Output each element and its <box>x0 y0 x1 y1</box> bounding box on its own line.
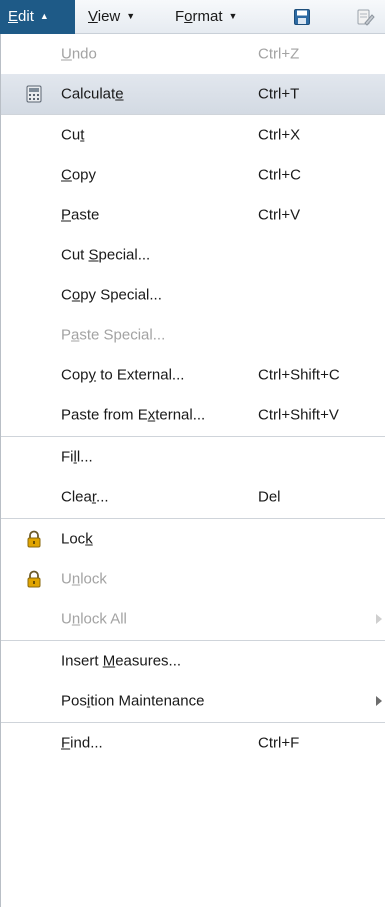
menu-item-paste-from-external[interactable]: Paste from External... Ctrl+Shift+V <box>1 395 385 435</box>
menu-item-label: Find... <box>61 734 103 752</box>
menu-item-label: Position Maintenance <box>61 692 205 710</box>
menu-item-cut[interactable]: Cut Ctrl+X <box>1 115 385 155</box>
caret-down-icon: ▼ <box>228 11 238 22</box>
menu-item-label: Paste <box>61 206 100 224</box>
shortcut-text: Ctrl+F <box>258 734 300 752</box>
menu-edit-mnemonic: E <box>8 8 19 25</box>
calculator-icon <box>26 85 42 103</box>
menu-view-mnemonic: V <box>88 8 98 25</box>
menu-view-label: iew <box>97 8 121 25</box>
menu-item-label: Paste from External... <box>61 406 206 424</box>
menu-item-fill[interactable]: Fill... <box>1 437 385 477</box>
menu-item-clear[interactable]: Clear... Del <box>1 477 385 517</box>
menu-item-calculate[interactable]: Calculate Ctrl+T <box>1 74 385 114</box>
menu-view[interactable]: View ▼ <box>80 4 143 30</box>
menu-item-label: Cut <box>61 126 85 144</box>
shortcut-text: Del <box>258 488 281 506</box>
menu-item-label: Paste Special... <box>61 326 166 344</box>
menu-item-position-maintenance[interactable]: Position Maintenance <box>1 681 385 721</box>
menu-item-label: Undo <box>61 45 97 63</box>
menu-item-label: Calculate <box>61 85 124 103</box>
shortcut-text: Ctrl+Shift+V <box>258 406 339 424</box>
shortcut-text: Ctrl+X <box>258 126 301 144</box>
menu-format-mnemonic: o <box>184 8 193 25</box>
menu-item-label: Fill... <box>61 448 93 466</box>
menu-item-label: Copy to External... <box>61 366 185 384</box>
caret-up-icon: ▲ <box>39 11 49 22</box>
menu-bar: Edit ▲ View ▼ Format ▼ <box>0 0 385 34</box>
document-edit-icon[interactable] <box>357 9 375 26</box>
edit-dropdown-menu: Undo Ctrl+Z Calculate Ctrl+T Cut Ctrl+X … <box>0 34 385 907</box>
menu-item-insert-measures[interactable]: Insert Measures... <box>1 641 385 681</box>
shortcut-text: Ctrl+V <box>258 206 301 224</box>
chevron-right-icon <box>376 696 382 706</box>
lock-icon <box>27 570 41 588</box>
menu-item-paste[interactable]: Paste Ctrl+V <box>1 195 385 235</box>
menu-item-label: Lock <box>61 530 93 548</box>
menu-edit-label: dit <box>18 8 34 25</box>
chevron-right-icon <box>376 614 382 624</box>
menu-format-label-pre: F <box>175 8 185 25</box>
menu-edit[interactable]: Edit ▲ <box>0 0 75 34</box>
shortcut-text: Ctrl+Shift+C <box>258 366 340 384</box>
menu-format-label: rmat <box>192 8 223 25</box>
menu-item-copy-to-external[interactable]: Copy to External... Ctrl+Shift+C <box>1 355 385 395</box>
menu-item-unlock[interactable]: Unlock <box>1 559 385 599</box>
lock-icon <box>27 530 41 548</box>
menu-item-label: Copy <box>61 166 97 184</box>
save-icon[interactable] <box>294 9 310 25</box>
shortcut-text: Ctrl+T <box>258 85 300 103</box>
caret-down-icon: ▼ <box>126 11 136 22</box>
menu-item-label: Insert Measures... <box>61 652 182 670</box>
menu-item-lock[interactable]: Lock <box>1 519 385 559</box>
menu-item-cut-special[interactable]: Cut Special... <box>1 235 385 275</box>
menu-format[interactable]: Format ▼ <box>167 4 245 30</box>
menu-item-label: Cut Special... <box>61 246 151 264</box>
menu-item-undo[interactable]: Undo Ctrl+Z <box>1 34 385 74</box>
menu-item-copy[interactable]: Copy Ctrl+C <box>1 155 385 195</box>
menu-item-label: Copy Special... <box>61 286 162 304</box>
menu-item-find[interactable]: Find... Ctrl+F <box>1 723 385 763</box>
shortcut-text: Ctrl+Z <box>258 45 300 63</box>
shortcut-text: Ctrl+C <box>258 166 301 184</box>
menu-item-paste-special[interactable]: Paste Special... <box>1 315 385 355</box>
menu-item-label: Unlock All <box>61 610 127 628</box>
menu-item-unlock-all[interactable]: Unlock All <box>1 599 385 639</box>
menu-item-copy-special[interactable]: Copy Special... <box>1 275 385 315</box>
menu-item-label: Unlock <box>61 570 107 588</box>
menu-item-label: Clear... <box>61 488 109 506</box>
